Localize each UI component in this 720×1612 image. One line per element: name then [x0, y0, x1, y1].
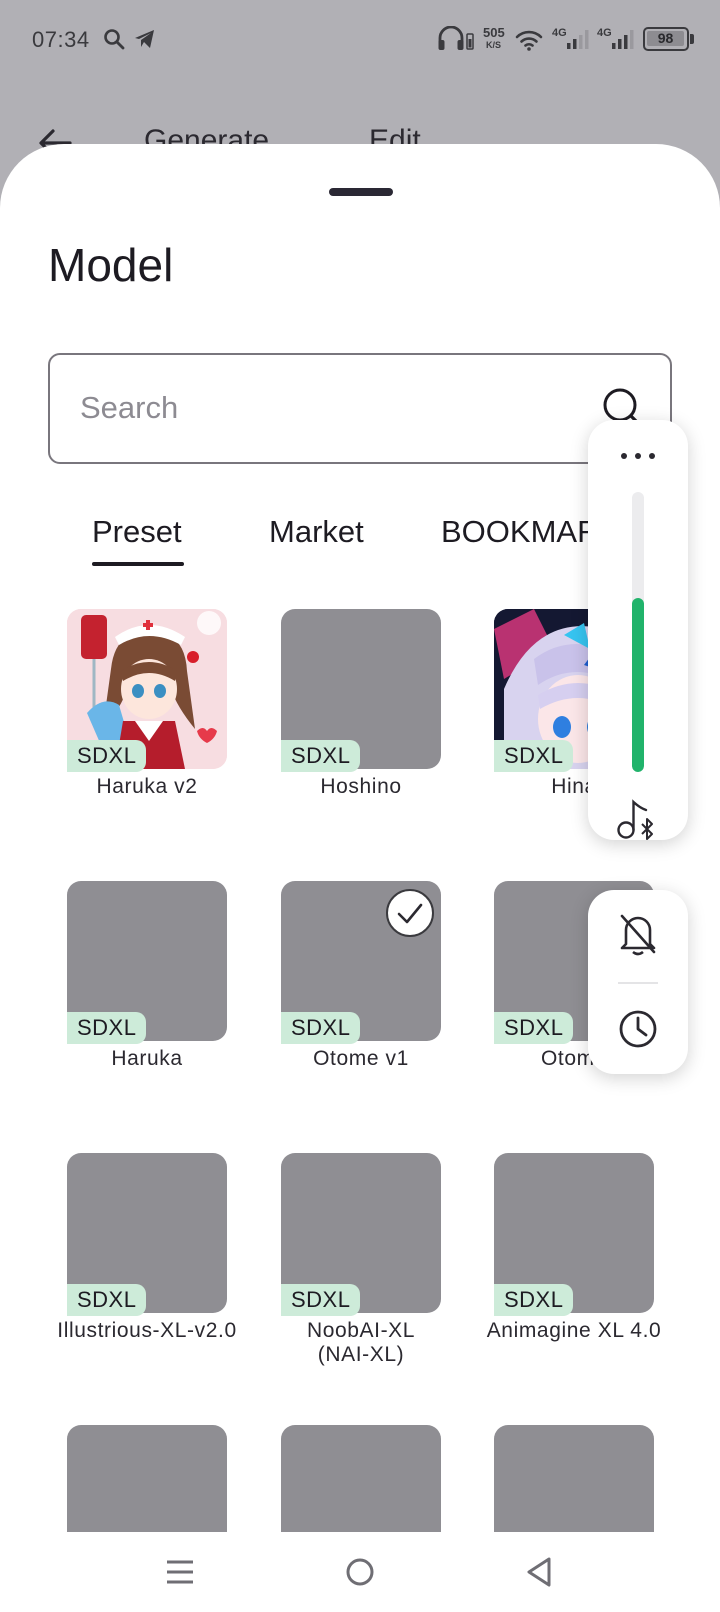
signal1-label: 4G	[552, 27, 567, 39]
model-thumbnail	[494, 1425, 654, 1532]
tab-market[interactable]: Market	[269, 514, 364, 550]
battery-tip	[690, 34, 694, 44]
model-name: Haruka	[111, 1047, 183, 1070]
bell-off-icon[interactable]	[618, 912, 658, 956]
volume-slider[interactable]	[632, 492, 644, 772]
headphone-battery-icon	[466, 33, 474, 50]
sdxl-badge: SDXL	[67, 1284, 147, 1316]
battery-level: 98	[657, 30, 674, 46]
tab-preset[interactable]: Preset	[92, 514, 182, 550]
back-icon[interactable]	[520, 1552, 560, 1592]
model-name: Hoshino	[320, 775, 402, 798]
drag-handle[interactable]	[329, 188, 393, 196]
telegram-icon	[135, 30, 154, 48]
headphones-icon	[438, 26, 464, 50]
model-name: Haruka v2	[96, 775, 198, 798]
check-icon	[397, 903, 423, 924]
sdxl-badge: SDXL	[67, 1012, 147, 1044]
sdxl-badge: SDXL	[67, 740, 147, 772]
search-input[interactable]	[80, 385, 550, 431]
volume-panel	[588, 420, 688, 840]
more-horizontal-icon[interactable]	[618, 450, 658, 462]
wifi-icon	[515, 30, 543, 51]
search-icon	[104, 29, 125, 50]
sdxl-badge: SDXL	[494, 740, 574, 772]
signal2-label: 4G	[597, 27, 612, 39]
signal-icon	[612, 30, 634, 49]
sdxl-badge: SDXL	[281, 1284, 361, 1316]
menu-icon[interactable]	[160, 1552, 200, 1592]
model-name: NoobAI-XL (NAI-XL)	[306, 1319, 416, 1366]
model-name: Otome v1	[313, 1047, 409, 1070]
selected-checkmark	[386, 889, 434, 937]
net-speed-unit: K/S	[486, 40, 502, 50]
clock-text: 07:34	[32, 27, 90, 52]
model-name: Illustrious-XL-v2.0	[57, 1319, 237, 1342]
sdxl-badge: SDXL	[281, 740, 361, 772]
music-bluetooth-icon[interactable]	[616, 798, 660, 842]
navigation-bar	[0, 1532, 720, 1612]
model-thumbnail	[281, 1425, 441, 1532]
sdxl-badge: SDXL	[281, 1012, 361, 1044]
sound-mode-panel	[588, 890, 688, 1074]
status-bar: 07:34 505 K/S 4G 4G 98	[0, 0, 720, 84]
home-icon[interactable]	[340, 1552, 380, 1592]
model-thumbnail	[67, 1425, 227, 1532]
battery-icon: 98	[643, 27, 689, 51]
panel-divider	[618, 982, 658, 984]
active-tab-indicator	[92, 562, 184, 566]
search-box[interactable]	[48, 353, 672, 464]
tab-bookmark[interactable]: BOOKMAR	[441, 514, 599, 550]
signal-icon	[567, 30, 589, 49]
sdxl-badge: SDXL	[494, 1012, 574, 1044]
clock-icon[interactable]	[617, 1008, 659, 1050]
volume-level-fill	[632, 598, 644, 772]
sdxl-badge: SDXL	[494, 1284, 574, 1316]
model-name: Animagine XL 4.0	[486, 1319, 662, 1342]
net-speed-value: 505	[483, 25, 505, 40]
sheet-title: Model	[48, 239, 174, 291]
